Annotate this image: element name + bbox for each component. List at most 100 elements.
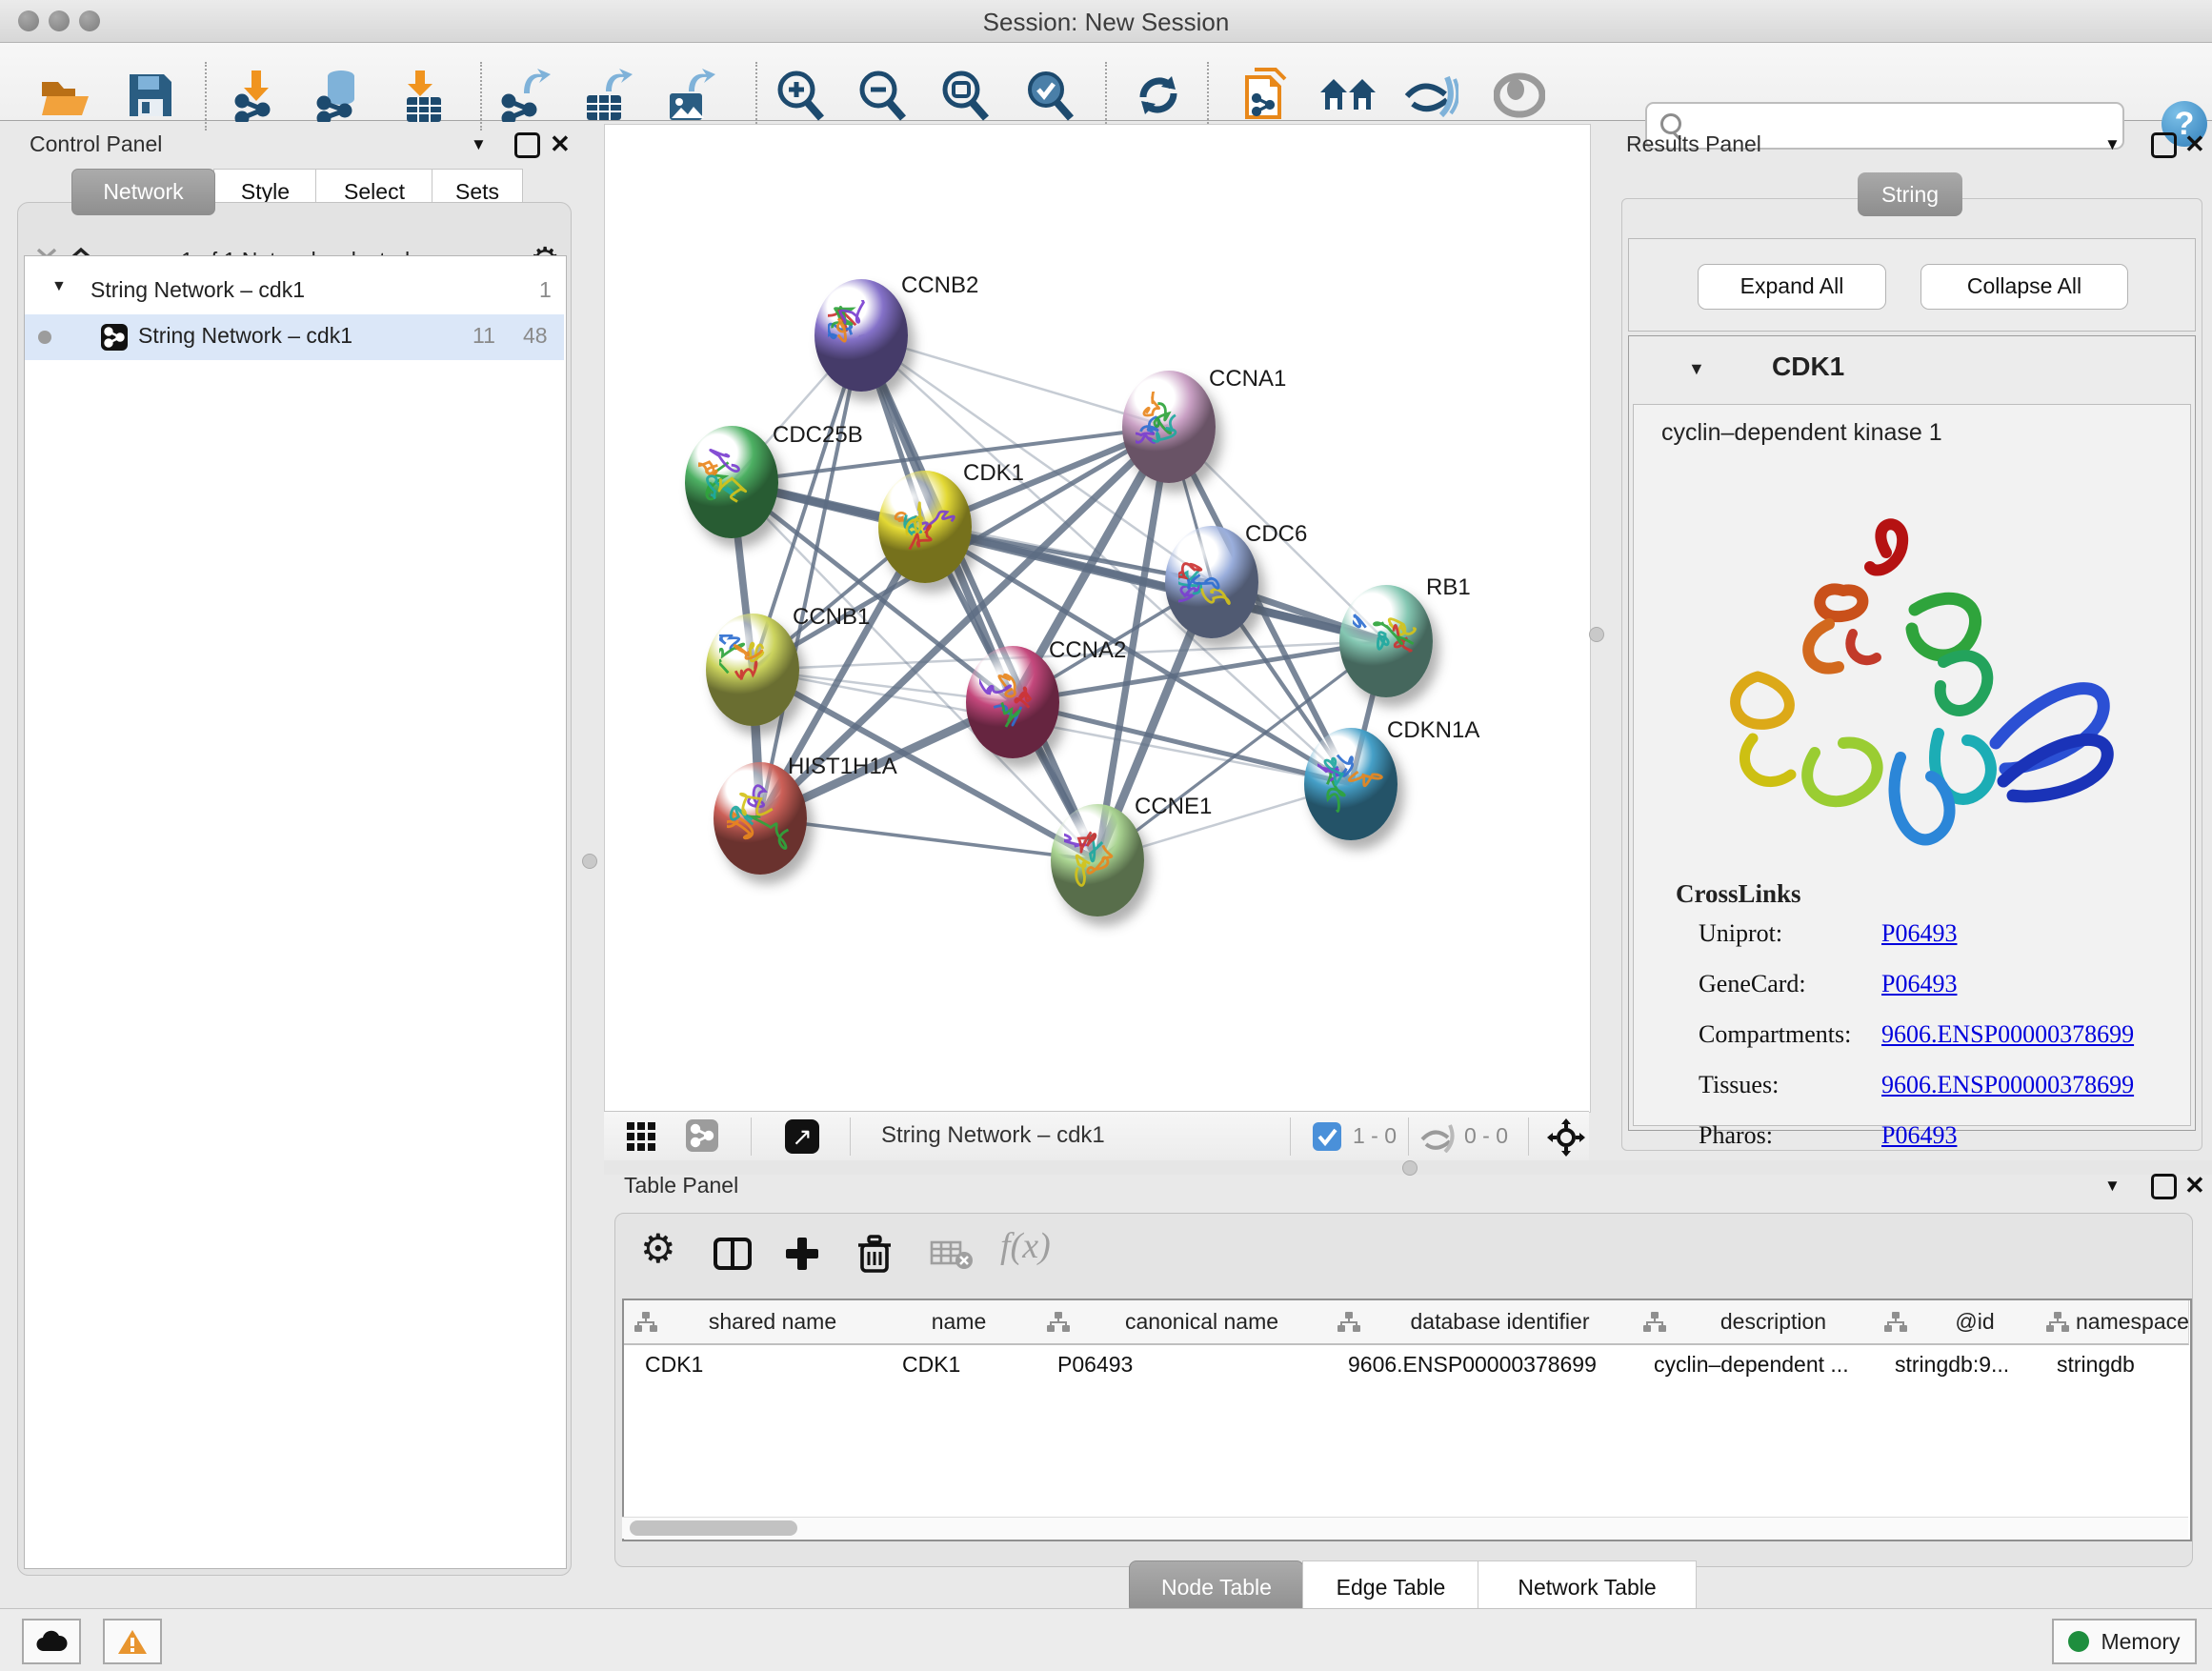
export-network-icon[interactable] [499,69,551,128]
tab-node-table[interactable]: Node Table [1129,1560,1304,1614]
save-session-icon[interactable] [126,70,175,126]
network-node-cdkn1a[interactable] [1304,728,1398,840]
import-table-icon[interactable] [401,69,449,128]
zoom-out-icon[interactable] [855,69,909,128]
table-cell[interactable]: CDK1 [881,1345,1036,1383]
network-node-rb1[interactable] [1339,585,1433,697]
column-header-label: description [1673,1309,1874,1335]
network-node-ccne1[interactable] [1051,804,1144,916]
refresh-icon[interactable] [1132,69,1185,128]
results-panel-title: Results Panel [1626,131,1761,157]
network-node-cdc25b[interactable] [685,426,778,538]
network-node-ccna2[interactable] [966,646,1059,758]
control-panel-menu-caret-icon[interactable]: ▼ [471,135,487,154]
node-label-cdc6: CDC6 [1245,521,1307,548]
title-bar: Session: New Session [0,0,2212,43]
import-network-from-database-icon[interactable] [312,69,366,128]
column-header-canonical-name[interactable]: canonical name [1036,1300,1328,1345]
left-splitter-handle[interactable] [582,854,597,869]
zoom-selected-icon[interactable] [1023,69,1076,128]
string-protein-query-icon[interactable] [1241,68,1291,129]
tab-string[interactable]: String [1858,172,1962,216]
control-panel-close-icon[interactable]: ✕ [550,131,571,156]
column-header-shared-name[interactable]: shared name [624,1300,882,1345]
gene-symbol: CDK1 [1772,352,1844,382]
column-header-namespace[interactable]: namespace [2036,1300,2189,1345]
delete-column-trash-icon[interactable] [855,1233,894,1280]
hide-selected-eye-slash-icon[interactable] [1403,71,1458,125]
table-cell[interactable]: CDK1 [624,1345,881,1383]
memory-button[interactable]: Memory [2052,1619,2197,1664]
table-cell[interactable]: cyclin–dependent ... [1633,1345,1874,1383]
function-builder-icon[interactable]: f(x) [1000,1225,1051,1267]
tab-network[interactable]: Network [71,169,215,215]
warning-icon [117,1628,148,1655]
results-expand-collapse-bar: Expand All Collapse All [1628,238,2196,332]
table-cell[interactable]: P06493 [1036,1345,1327,1383]
table-cell[interactable]: stringdb [2036,1345,2188,1383]
network-node-cdk1[interactable] [878,471,972,583]
open-in-new-window-icon[interactable]: ↗ [785,1119,819,1154]
open-session-icon[interactable] [37,70,92,126]
network-node-ccnb1[interactable] [706,614,799,726]
string-network-badge-icon[interactable] [686,1119,718,1152]
control-panel-float-icon[interactable] [514,132,540,158]
crosslink-label: Uniprot: [1699,919,1782,948]
export-table-icon[interactable] [581,69,633,128]
show-all-eye-icon[interactable] [1494,71,1545,125]
warnings-button[interactable] [103,1619,162,1664]
crosslink-link[interactable]: P06493 [1881,1121,1957,1149]
horizontal-splitter[interactable] [604,1160,2212,1175]
crosslink-link[interactable]: 9606.ENSP00000378699 [1881,1020,2134,1048]
fit-content-crosshair-icon[interactable] [1547,1118,1585,1162]
hidden-eye-slash-icon[interactable] [1419,1122,1458,1158]
network-type-icon [101,324,128,351]
network-canvas[interactable]: CCNB2CCNA1CDC25BCDK1CDC6RB1CCNB1CCNA2CDK… [604,124,1591,1113]
column-header-label: @id [1914,1309,2036,1335]
tab-network-table[interactable]: Network Table [1478,1560,1697,1614]
table-panel-float-icon[interactable] [2151,1174,2177,1199]
export-image-icon[interactable] [664,69,715,128]
table-horizontal-scrollbar[interactable] [622,1517,2188,1539]
import-network-icon[interactable] [232,69,284,128]
toolbar-separator [205,62,207,131]
node-table[interactable]: shared namenamecanonical namedatabase id… [622,1299,2192,1541]
expand-all-button[interactable]: Expand All [1698,264,1886,310]
show-columns-icon[interactable] [713,1237,753,1277]
network-node-ccna1[interactable] [1122,371,1216,483]
scrollbar-thumb[interactable] [630,1520,797,1536]
crosslink-link[interactable]: P06493 [1881,970,1957,997]
selected-checkbox-icon[interactable] [1313,1122,1341,1151]
splitter-handle[interactable] [1402,1160,1418,1176]
tab-edge-table[interactable]: Edge Table [1302,1560,1479,1614]
delete-table-icon[interactable] [930,1240,974,1277]
zoom-in-icon[interactable] [774,69,827,128]
table-cell[interactable]: stringdb:9... [1874,1345,2036,1383]
collapse-all-button[interactable]: Collapse All [1920,264,2128,310]
column-header-database-identifier[interactable]: database identifier [1327,1300,1634,1345]
network-collection-row[interactable]: ▼ String Network – cdk1 1 [25,269,564,314]
table-cell[interactable]: 9606.ENSP00000378699 [1327,1345,1633,1383]
create-column-plus-icon[interactable] [783,1235,821,1278]
column-header-description[interactable]: description [1633,1300,1875,1345]
collection-expand-caret-icon[interactable]: ▼ [51,278,67,295]
cloud-button[interactable] [22,1619,81,1664]
crosslink-link[interactable]: 9606.ENSP00000378699 [1881,1071,2134,1098]
gene-collapse-caret-icon[interactable]: ▼ [1688,359,1705,379]
network-row-selected[interactable]: String Network – cdk1 11 48 [25,314,564,360]
results-panel-close-icon[interactable]: ✕ [2184,131,2205,156]
table-options-gear-icon[interactable]: ⚙ [640,1225,676,1272]
zoom-fit-icon[interactable] [938,69,992,128]
home-icon[interactable] [1318,73,1377,123]
crosslink-link[interactable]: P06493 [1881,919,1957,947]
birds-eye-view-icon[interactable] [627,1122,657,1157]
column-header--id[interactable]: @id [1874,1300,2037,1345]
table-panel-menu-caret-icon[interactable]: ▼ [2104,1177,2121,1196]
results-panel-float-icon[interactable] [2151,132,2177,158]
network-node-ccnb2[interactable] [814,279,908,392]
window-title: Session: New Session [0,8,2212,37]
column-header-name[interactable]: name [881,1300,1037,1345]
right-splitter-handle[interactable] [1589,627,1604,642]
results-panel-menu-caret-icon[interactable]: ▼ [2104,135,2121,154]
table-panel-close-icon[interactable]: ✕ [2184,1173,2205,1198]
